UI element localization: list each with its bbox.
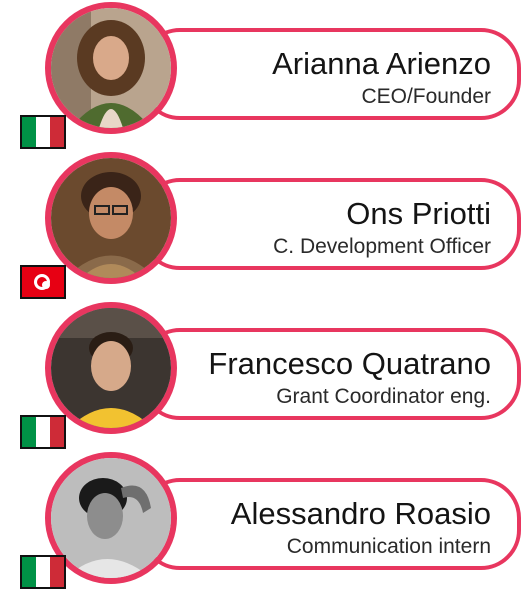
name-pill: Ons Priotti C. Development Officer (140, 178, 521, 270)
member-name: Arianna Arienzo (272, 46, 491, 81)
member-role: Communication intern (286, 535, 491, 558)
italy-flag-icon (20, 415, 66, 449)
team-member-card: Alessandro Roasio Communication intern (0, 450, 531, 590)
name-pill: Alessandro Roasio Communication intern (140, 478, 521, 570)
member-role: Grant Coordinator eng. (276, 385, 491, 408)
tunisia-flag-icon (20, 265, 66, 299)
portrait-photo (51, 8, 171, 128)
member-name: Ons Priotti (346, 196, 491, 231)
team-member-card: Francesco Quatrano Grant Coordinator eng… (0, 300, 531, 449)
member-name: Alessandro Roasio (230, 496, 491, 531)
name-pill: Arianna Arienzo CEO/Founder (140, 28, 521, 120)
portrait-photo (51, 458, 171, 578)
team-member-card: Arianna Arienzo CEO/Founder (0, 0, 531, 149)
portrait-photo (51, 308, 171, 428)
italy-flag-icon (20, 555, 66, 589)
member-role: CEO/Founder (361, 85, 491, 108)
portrait-photo (51, 158, 171, 278)
member-name: Francesco Quatrano (208, 346, 491, 381)
member-role: C. Development Officer (273, 235, 491, 258)
team-member-card: Ons Priotti C. Development Officer (0, 150, 531, 299)
name-pill: Francesco Quatrano Grant Coordinator eng… (140, 328, 521, 420)
italy-flag-icon (20, 115, 66, 149)
